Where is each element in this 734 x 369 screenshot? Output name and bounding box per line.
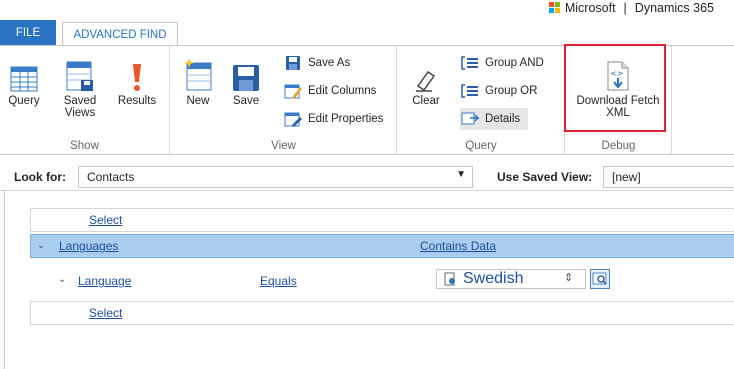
query-button-label: Query — [8, 95, 40, 107]
details-button[interactable]: Details — [460, 108, 529, 130]
brand-microsoft: Microsoft — [564, 1, 616, 15]
use-saved-view-label: Use Saved View: — [497, 170, 593, 184]
saved-views-icon — [63, 52, 97, 92]
query-row-select-bottom: Select — [30, 301, 734, 325]
group-or-icon — [460, 82, 480, 100]
left-rule — [0, 191, 5, 369]
results-icon — [120, 52, 154, 92]
lookup-icon[interactable] — [590, 269, 610, 289]
look-for-bar: Look for: Contacts ▼ Use Saved View: [ne… — [0, 163, 734, 191]
query-button[interactable]: Query — [6, 52, 42, 107]
tab-advanced-find[interactable]: ADVANCED FIND — [62, 22, 178, 46]
save-button[interactable]: Save — [229, 52, 263, 107]
save-icon — [229, 52, 263, 92]
group-debug-label: Debug — [601, 140, 636, 152]
details-icon — [460, 110, 480, 128]
new-icon — [181, 52, 215, 92]
look-for-select[interactable]: Contacts ▼ — [78, 166, 473, 188]
query-row-languages[interactable]: ⌄ Languages Contains Data — [30, 234, 734, 258]
edit-columns-icon — [283, 82, 303, 100]
select-link-bottom[interactable]: Select — [89, 306, 122, 320]
look-for-label: Look for: — [14, 170, 66, 184]
saved-views-label-2: Views — [64, 107, 96, 119]
group-or-label: Group OR — [485, 85, 538, 97]
microsoft-logo-icon — [548, 2, 561, 14]
select-link-top[interactable]: Select — [89, 213, 122, 227]
query-icon — [7, 52, 41, 92]
results-button-label: Results — [117, 95, 157, 107]
chevron-down-icon[interactable]: ⌄ — [37, 240, 45, 251]
brand-separator: | — [623, 1, 627, 15]
new-button[interactable]: New — [181, 52, 215, 107]
saved-views-label-1: Saved — [63, 95, 97, 107]
use-saved-view-select[interactable]: [new] — [603, 166, 734, 188]
group-show: Query Saved Views Results Show — [0, 46, 170, 154]
group-and-button[interactable]: Group AND — [460, 52, 544, 74]
equals-link[interactable]: Equals — [260, 274, 297, 288]
edit-properties-icon — [283, 110, 303, 128]
dropdown-arrow-icon: ▼ — [456, 169, 466, 180]
group-and-label: Group AND — [485, 57, 544, 69]
clear-button[interactable]: Clear — [410, 52, 442, 107]
save-as-button[interactable]: Save As — [283, 52, 350, 74]
save-button-label: Save — [232, 95, 260, 107]
save-as-label: Save As — [308, 57, 351, 69]
edit-properties-button[interactable]: Edit Properties — [283, 108, 383, 130]
query-row-select: Select — [30, 208, 734, 232]
chevron-down-icon[interactable]: ⌄ — [58, 274, 66, 285]
look-for-value: Contacts — [87, 170, 135, 184]
group-view-label: View — [271, 140, 296, 152]
save-as-icon — [283, 54, 303, 72]
details-label: Details — [485, 113, 521, 125]
clear-icon — [409, 52, 443, 92]
brand-product: Dynamics 365 — [634, 1, 714, 15]
group-query: Clear Group AND Group OR Details Query — [398, 46, 565, 154]
language-value: Swedish — [463, 270, 524, 287]
saved-view-value: [new] — [612, 170, 641, 184]
results-button[interactable]: Results — [115, 52, 159, 107]
brand: Microsoft | Dynamics 365 — [548, 1, 714, 15]
contains-data-link[interactable]: Contains Data — [420, 239, 496, 253]
clear-button-label: Clear — [412, 95, 440, 107]
ribbon-tabs: FILE ADVANCED FIND — [0, 20, 734, 46]
new-button-label: New — [186, 95, 210, 107]
query-row-language: ⌄ Language Equals Swedish ⇕ — [30, 268, 734, 294]
group-view: New Save Save As Edit Columns Edit Prope… — [171, 46, 397, 154]
edit-columns-button[interactable]: Edit Columns — [283, 80, 376, 102]
highlight-box — [564, 44, 666, 132]
record-icon — [443, 272, 457, 286]
top-bar: Microsoft | Dynamics 365 — [0, 0, 734, 18]
language-link[interactable]: Language — [78, 274, 131, 288]
spinner-icon[interactable]: ⇕ — [564, 271, 573, 284]
group-and-icon — [460, 54, 480, 72]
group-show-label: Show — [70, 140, 99, 152]
edit-properties-label: Edit Properties — [308, 113, 384, 125]
saved-views-button[interactable]: Saved Views — [62, 52, 98, 119]
group-query-label: Query — [465, 140, 497, 152]
tab-file[interactable]: FILE — [0, 20, 56, 46]
languages-link[interactable]: Languages — [59, 239, 118, 253]
group-or-button[interactable]: Group OR — [460, 80, 537, 102]
edit-columns-label: Edit Columns — [308, 85, 377, 97]
